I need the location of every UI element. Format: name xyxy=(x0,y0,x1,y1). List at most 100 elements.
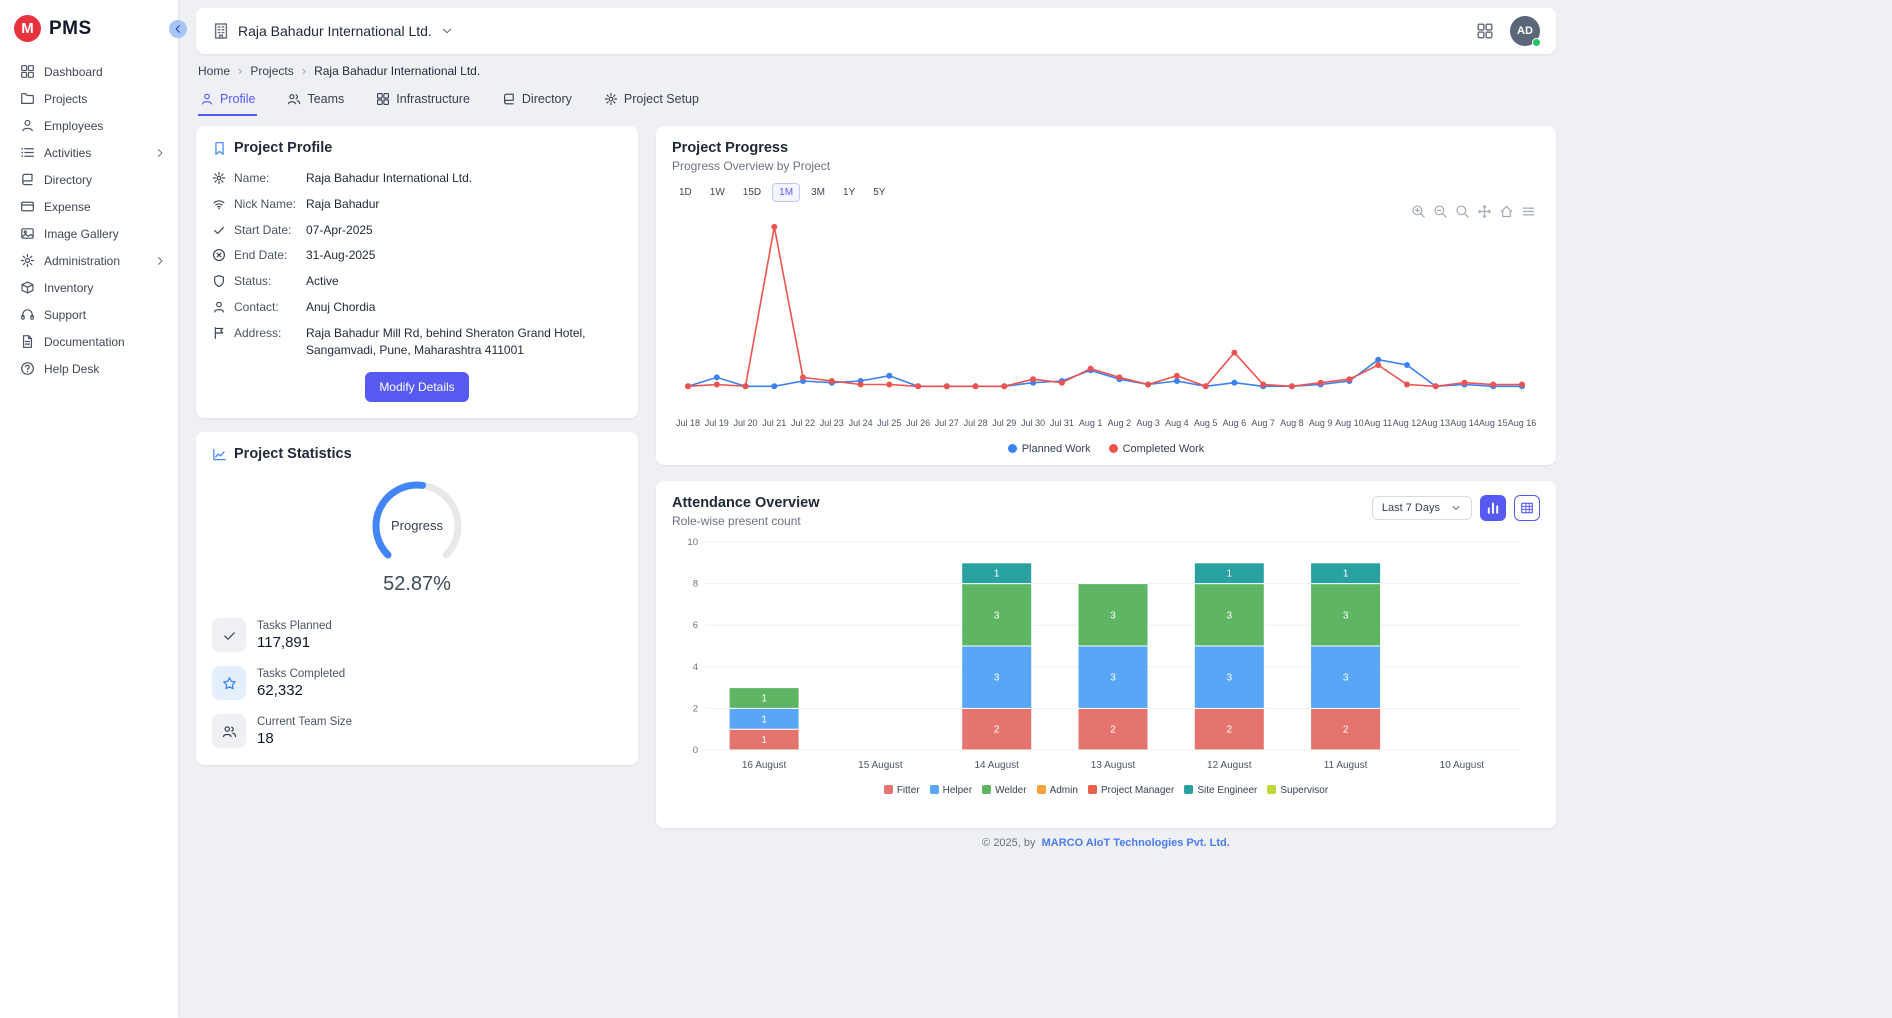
field-value: Anuj Chordia xyxy=(306,299,618,316)
project-statistics-title: Project Statistics xyxy=(234,446,352,462)
sidebar-item-directory[interactable]: Directory xyxy=(0,166,178,193)
zoom-out-icon[interactable] xyxy=(1433,204,1448,219)
range-5y-button[interactable]: 5Y xyxy=(866,183,892,202)
people-icon xyxy=(287,92,301,106)
svg-text:3: 3 xyxy=(1343,610,1349,621)
home-icon[interactable] xyxy=(1499,204,1514,219)
field-value: 07-Apr-2025 xyxy=(306,222,618,239)
svg-text:Aug 5: Aug 5 xyxy=(1194,418,1218,428)
range-3m-button[interactable]: 3M xyxy=(804,183,832,202)
menu-icon[interactable] xyxy=(1521,204,1536,219)
wifi-icon xyxy=(212,197,226,211)
stat-row: Tasks Completed 62,332 xyxy=(212,666,622,700)
zoom-in-icon[interactable] xyxy=(1411,204,1426,219)
project-statistics-card: Project Statistics Progress 52.87% Tasks… xyxy=(196,432,638,765)
circle-x-icon xyxy=(212,248,226,262)
legend-item-welder[interactable]: Welder xyxy=(982,785,1027,796)
main-area: Raja Bahadur International Ltd. AD Home ›… xyxy=(178,0,1892,1018)
headset-icon xyxy=(20,307,35,322)
field-label: Status: xyxy=(234,273,298,288)
sidebar-item-label: Help Desk xyxy=(44,362,166,376)
legend-item-completed-work[interactable]: Completed Work xyxy=(1109,443,1205,455)
people-icon xyxy=(222,724,237,739)
svg-text:Jul 29: Jul 29 xyxy=(992,418,1016,428)
legend-item-supervisor[interactable]: Supervisor xyxy=(1267,785,1328,796)
stats-list: Tasks Planned 117,891 Tasks Completed 62… xyxy=(212,618,622,748)
book-icon xyxy=(20,172,35,187)
range-1w-button[interactable]: 1W xyxy=(703,183,732,202)
range-1d-button[interactable]: 1D xyxy=(672,183,699,202)
folder-icon xyxy=(20,91,35,106)
footer-link[interactable]: MARCO AIoT Technologies Pvt. Ltd. xyxy=(1042,837,1230,849)
avatar[interactable]: AD xyxy=(1510,16,1540,46)
stat-row: Current Team Size 18 xyxy=(212,714,622,748)
date-range-select[interactable]: Last 7 Days xyxy=(1372,496,1472,520)
table-icon xyxy=(1520,501,1534,515)
svg-text:Aug 14: Aug 14 xyxy=(1450,418,1479,428)
box-icon xyxy=(20,280,35,295)
sidebar-item-employees[interactable]: Employees xyxy=(0,112,178,139)
legend-item-helper[interactable]: Helper xyxy=(930,785,972,796)
apps-grid-icon[interactable] xyxy=(1476,22,1494,40)
tab-infrastructure[interactable]: Infrastructure xyxy=(374,88,472,116)
zoom-icon[interactable] xyxy=(1455,204,1470,219)
sidebar-collapse-button[interactable] xyxy=(169,20,187,38)
legend-item-fitter[interactable]: Fitter xyxy=(884,785,920,796)
profile-field: Name: Raja Bahadur International Ltd. xyxy=(212,170,622,187)
sidebar-item-expense[interactable]: Expense xyxy=(0,193,178,220)
breadcrumb-item-projects[interactable]: Projects xyxy=(250,64,293,78)
sidebar-item-image-gallery[interactable]: Image Gallery xyxy=(0,220,178,247)
project-progress-subtitle: Progress Overview by Project xyxy=(672,159,1540,173)
project-profile-card: Project Profile Name: Raja Bahadur Inter… xyxy=(196,126,638,418)
table-view-button[interactable] xyxy=(1514,495,1540,521)
svg-text:1: 1 xyxy=(761,694,767,705)
legend-item-planned-work[interactable]: Planned Work xyxy=(1008,443,1091,455)
profile-field: Nick Name: Raja Bahadur xyxy=(212,196,622,213)
company-selector[interactable]: Raja Bahadur International Ltd. xyxy=(212,22,454,40)
svg-text:Aug 1: Aug 1 xyxy=(1079,418,1103,428)
attendance-overview-card: Attendance Overview Role-wise present co… xyxy=(656,481,1556,828)
range-1y-button[interactable]: 1Y xyxy=(836,183,862,202)
svg-text:Aug 10: Aug 10 xyxy=(1335,418,1364,428)
progress-legend: Planned Work Completed Work xyxy=(672,443,1540,455)
sidebar-item-help-desk[interactable]: Help Desk xyxy=(0,355,178,382)
progress-percent: 52.87% xyxy=(212,573,622,596)
chevron-down-icon xyxy=(1450,502,1462,514)
tab-profile[interactable]: Profile xyxy=(198,88,257,116)
legend-item-project-manager[interactable]: Project Manager xyxy=(1088,785,1174,796)
field-value: Raja Bahadur Mill Rd, behind Sheraton Gr… xyxy=(306,325,618,359)
sidebar-item-inventory[interactable]: Inventory xyxy=(0,274,178,301)
modify-details-button[interactable]: Modify Details xyxy=(365,372,468,402)
line-chart-icon xyxy=(212,447,227,462)
svg-text:16 August: 16 August xyxy=(742,760,787,771)
stat-value: 18 xyxy=(257,730,352,747)
field-label: Contact: xyxy=(234,299,298,314)
breadcrumb-item-home[interactable]: Home xyxy=(198,64,230,78)
topbar-right: AD xyxy=(1476,16,1540,46)
range-15d-button[interactable]: 15D xyxy=(736,183,768,202)
dashboard-icon xyxy=(376,92,390,106)
svg-text:Aug 7: Aug 7 xyxy=(1251,418,1275,428)
pan-icon[interactable] xyxy=(1477,204,1492,219)
breadcrumb-separator: › xyxy=(302,63,306,78)
svg-text:Jul 28: Jul 28 xyxy=(964,418,988,428)
svg-text:2: 2 xyxy=(693,703,698,714)
chart-view-button[interactable] xyxy=(1480,495,1506,521)
tab-directory[interactable]: Directory xyxy=(500,88,574,116)
range-1m-button[interactable]: 1M xyxy=(772,183,800,202)
sidebar-item-dashboard[interactable]: Dashboard xyxy=(0,58,178,85)
svg-text:Jul 21: Jul 21 xyxy=(762,418,786,428)
gear-icon xyxy=(212,171,226,185)
sidebar-item-support[interactable]: Support xyxy=(0,301,178,328)
legend-item-site-engineer[interactable]: Site Engineer xyxy=(1184,785,1257,796)
svg-text:2: 2 xyxy=(1343,725,1349,736)
tab-bar: Profile Teams Infrastructure Directory P… xyxy=(198,88,1556,116)
tab-project-setup[interactable]: Project Setup xyxy=(602,88,701,116)
tab-teams[interactable]: Teams xyxy=(285,88,346,116)
sidebar-item-documentation[interactable]: Documentation xyxy=(0,328,178,355)
sidebar-item-administration[interactable]: Administration xyxy=(0,247,178,274)
legend-item-admin[interactable]: Admin xyxy=(1037,785,1078,796)
sidebar-item-projects[interactable]: Projects xyxy=(0,85,178,112)
svg-text:Progress: Progress xyxy=(391,518,444,533)
sidebar-item-activities[interactable]: Activities xyxy=(0,139,178,166)
